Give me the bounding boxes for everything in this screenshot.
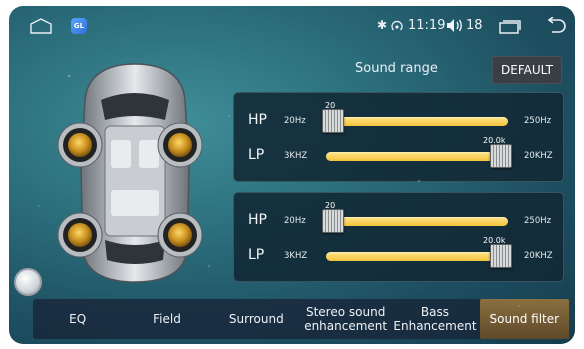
hp-label: HP bbox=[248, 112, 267, 128]
volume-level: 18 bbox=[466, 18, 483, 33]
hp-slider-track[interactable] bbox=[326, 117, 508, 126]
tab-surround[interactable]: Surround bbox=[212, 299, 301, 339]
hp-slider-value: 20 bbox=[325, 101, 336, 110]
hp-slider-value: 20 bbox=[325, 201, 336, 210]
tab-bass-enhancement[interactable]: Bass Enhancement bbox=[390, 299, 479, 339]
hp-max-label: 250Hz bbox=[524, 216, 552, 226]
hp-filter-row: HP 20Hz 20 250Hz bbox=[234, 201, 563, 237]
app-badge-icon[interactable]: GL bbox=[71, 18, 87, 34]
floating-assistive-button[interactable] bbox=[14, 268, 42, 296]
hotspot-icon bbox=[390, 18, 404, 37]
lp-min-label: 3KHZ bbox=[284, 251, 308, 261]
recent-apps-icon[interactable] bbox=[499, 19, 521, 38]
hp-min-label: 20Hz bbox=[284, 216, 306, 226]
front-right-speaker-icon[interactable] bbox=[157, 122, 203, 172]
status-bar: GL ✱ 11:19 18 bbox=[9, 6, 575, 44]
screen: GL ✱ 11:19 18 Sound range DEFAULT HP 20H… bbox=[9, 6, 575, 344]
hp-slider-thumb[interactable]: 20 bbox=[322, 201, 344, 233]
lp-filter-row: LP 3KHZ 20.0k 20KHZ bbox=[234, 136, 563, 172]
back-icon[interactable] bbox=[545, 16, 567, 39]
front-left-speaker-icon[interactable] bbox=[57, 122, 103, 172]
lp-label: LP bbox=[248, 247, 265, 263]
hp-filter-row: HP 20Hz 20 250Hz bbox=[234, 101, 563, 137]
tab-eq[interactable]: EQ bbox=[33, 299, 122, 339]
volume-icon[interactable] bbox=[446, 18, 464, 37]
hp-label: HP bbox=[248, 212, 267, 228]
tab-sound-filter[interactable]: Sound filter bbox=[479, 299, 569, 339]
lp-slider-track[interactable] bbox=[326, 252, 508, 261]
rear-right-speaker-icon[interactable] bbox=[157, 212, 203, 262]
hp-slider-thumb[interactable]: 20 bbox=[322, 101, 344, 133]
lp-max-label: 20KHZ bbox=[524, 151, 553, 161]
lp-filter-row: LP 3KHZ 20.0k 20KHZ bbox=[234, 236, 563, 272]
lp-max-label: 20KHZ bbox=[524, 251, 553, 261]
car-speaker-diagram bbox=[57, 60, 205, 289]
tab-bar: EQ Field Surround Stereo sound enhanceme… bbox=[33, 299, 569, 339]
sound-range-title: Sound range bbox=[355, 61, 438, 76]
rear-left-speaker-icon[interactable] bbox=[57, 212, 103, 262]
tab-stereo-sound-enhancement[interactable]: Stereo sound enhancement bbox=[301, 299, 390, 339]
filter-panel-1: HP 20Hz 20 250Hz LP 3KHZ 20.0k 20KHZ bbox=[233, 92, 564, 182]
filter-panel-2: HP 20Hz 20 250Hz LP 3KHZ 20.0k 20KHZ bbox=[233, 192, 564, 282]
lp-slider-track[interactable] bbox=[326, 152, 508, 161]
lp-label: LP bbox=[248, 147, 265, 163]
lp-slider-value: 20.0k bbox=[483, 236, 506, 245]
hp-slider-track[interactable] bbox=[326, 217, 508, 226]
clock: 11:19 bbox=[408, 18, 446, 33]
hp-max-label: 250Hz bbox=[524, 116, 552, 126]
home-icon[interactable] bbox=[29, 18, 53, 38]
lp-slider-thumb[interactable]: 20.0k bbox=[483, 136, 512, 168]
lp-slider-thumb[interactable]: 20.0k bbox=[483, 236, 512, 268]
lp-min-label: 3KHZ bbox=[284, 151, 308, 161]
tab-field[interactable]: Field bbox=[122, 299, 211, 339]
default-button[interactable]: DEFAULT bbox=[492, 56, 562, 84]
bluetooth-icon: ✱ bbox=[377, 18, 388, 32]
hp-min-label: 20Hz bbox=[284, 116, 306, 126]
lp-slider-value: 20.0k bbox=[483, 136, 506, 145]
